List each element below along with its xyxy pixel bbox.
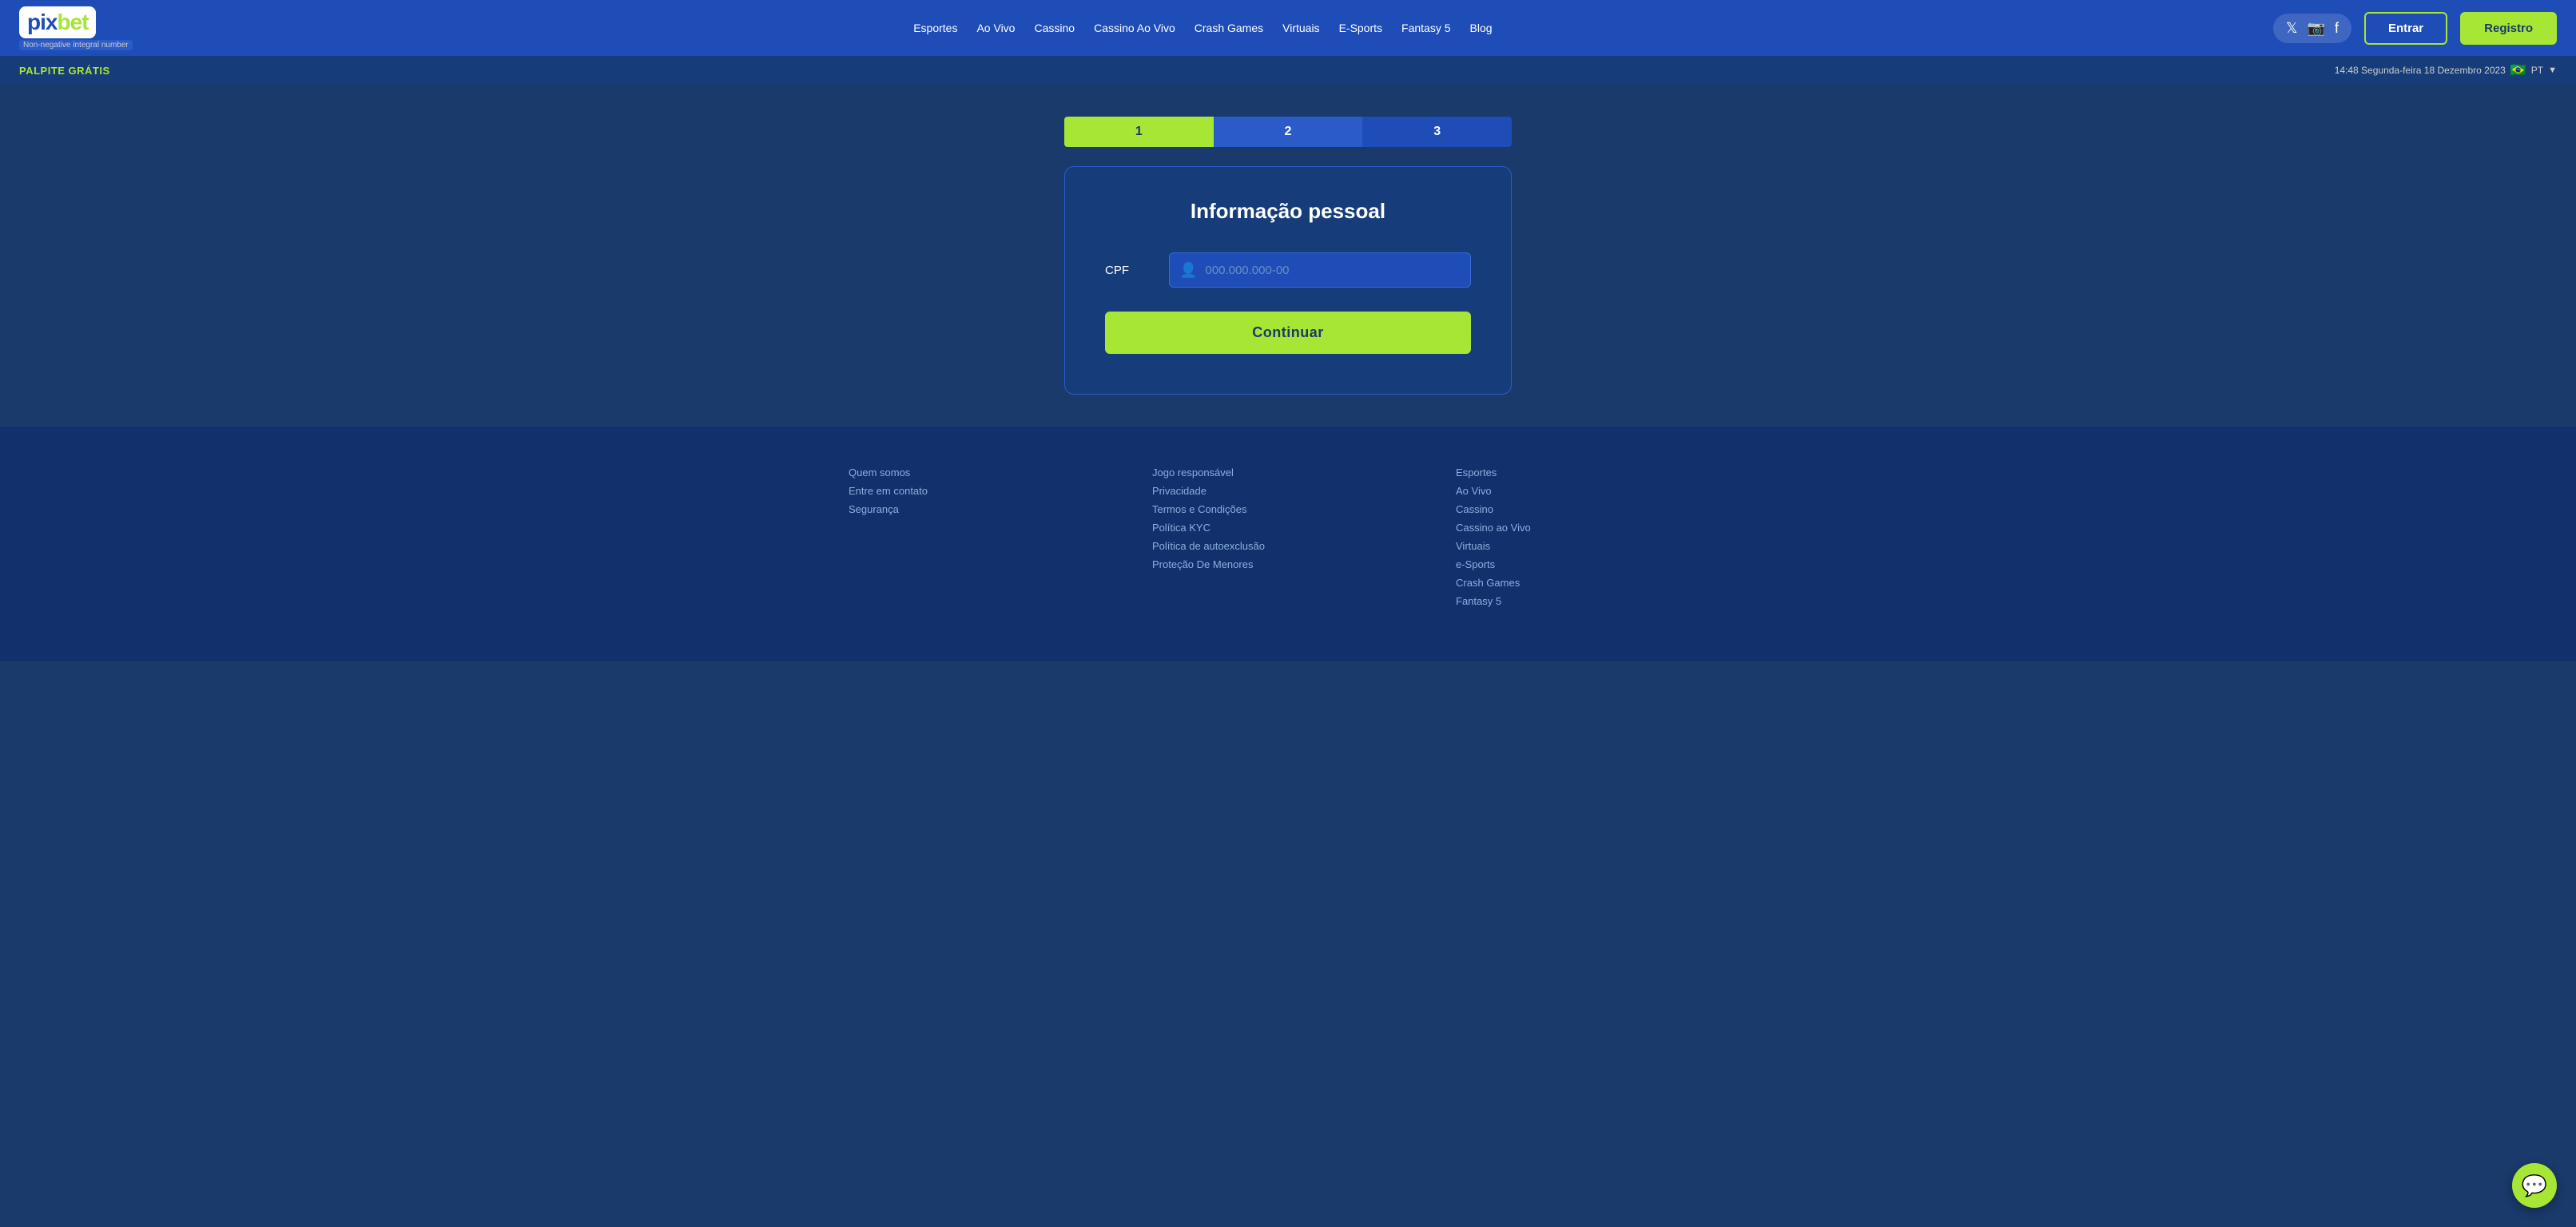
logo-text: pixbet — [27, 10, 88, 35]
registro-button[interactable]: Registro — [2460, 12, 2557, 45]
footer-col-1: Quem somos Entre em contato Segurança — [849, 467, 1120, 614]
datetime-text: 14:48 Segunda-feira 18 Dezembro 2023 — [2335, 65, 2506, 76]
lang-chevron-icon[interactable]: ▼ — [2548, 66, 2557, 75]
footer-grid: Quem somos Entre em contato Segurança Jo… — [849, 467, 1727, 614]
header-right: 𝕏 📷 f Entrar Registro — [2273, 12, 2557, 45]
step-1: 1 — [1064, 117, 1214, 147]
logo-tagline: Non-negative integral number — [19, 40, 133, 50]
nav-cassino[interactable]: Cassino — [1034, 22, 1075, 34]
footer-ao-vivo[interactable]: Ao Vivo — [1456, 485, 1727, 497]
flag-icon: 🇧🇷 — [2510, 62, 2526, 78]
logo[interactable]: pixbet — [19, 6, 96, 38]
footer-cassino-ao-vivo[interactable]: Cassino ao Vivo — [1456, 522, 1727, 534]
social-icons: 𝕏 📷 f — [2273, 14, 2351, 43]
step-3: 3 — [1362, 117, 1512, 147]
cpf-row: CPF 👤 — [1105, 252, 1471, 288]
nav-esportes[interactable]: Esportes — [913, 22, 957, 34]
chat-bubble[interactable]: 💬 — [2512, 1163, 2557, 1208]
footer-fantasy5[interactable]: Fantasy 5 — [1456, 595, 1727, 607]
footer-col-2: Jogo responsável Privacidade Termos e Co… — [1152, 467, 1424, 614]
user-icon: 👤 — [1179, 262, 1197, 279]
facebook-icon[interactable]: f — [2335, 20, 2339, 37]
footer-politica-kyc[interactable]: Política KYC — [1152, 522, 1424, 534]
sub-header: PALPITE GRÁTIS 14:48 Segunda-feira 18 De… — [0, 56, 2576, 85]
footer-autoexclusao[interactable]: Política de autoexclusão — [1152, 540, 1424, 552]
sub-header-right: 14:48 Segunda-feira 18 Dezembro 2023 🇧🇷 … — [2335, 62, 2557, 78]
header: pixbet Non-negative integral number Espo… — [0, 0, 2576, 56]
footer-quem-somos[interactable]: Quem somos — [849, 467, 1120, 478]
step-2: 2 — [1214, 117, 1363, 147]
footer-esportes[interactable]: Esportes — [1456, 467, 1727, 478]
instagram-icon[interactable]: 📷 — [2308, 20, 2325, 37]
cpf-label: CPF — [1105, 264, 1153, 277]
footer-protecao-menores[interactable]: Proteção De Menores — [1152, 558, 1424, 570]
footer-termos[interactable]: Termos e Condições — [1152, 503, 1424, 515]
nav: Esportes Ao Vivo Cassino Cassino Ao Vivo… — [913, 22, 1492, 34]
continuar-button[interactable]: Continuar — [1105, 312, 1471, 354]
footer: Quem somos Entre em contato Segurança Jo… — [0, 427, 2576, 661]
cpf-input-wrapper: 👤 — [1169, 252, 1471, 288]
footer-virtuais[interactable]: Virtuais — [1456, 540, 1727, 552]
registration-form-card: Informação pessoal CPF 👤 Continuar — [1064, 166, 1512, 395]
nav-cassino-ao-vivo[interactable]: Cassino Ao Vivo — [1094, 22, 1175, 34]
registration-steps: 1 2 3 — [1064, 117, 1512, 147]
chat-icon: 💬 — [2522, 1173, 2547, 1198]
cpf-input[interactable] — [1205, 264, 1461, 277]
footer-seguranca[interactable]: Segurança — [849, 503, 1120, 515]
entrar-button[interactable]: Entrar — [2364, 12, 2447, 45]
nav-e-sports[interactable]: E-Sports — [1339, 22, 1382, 34]
footer-entre-em-contato[interactable]: Entre em contato — [849, 485, 1120, 497]
footer-e-sports[interactable]: e-Sports — [1456, 558, 1727, 570]
footer-crash-games[interactable]: Crash Games — [1456, 577, 1727, 589]
palpite-gratis-link[interactable]: PALPITE GRÁTIS — [19, 65, 110, 77]
form-title: Informação pessoal — [1105, 199, 1471, 224]
footer-privacidade[interactable]: Privacidade — [1152, 485, 1424, 497]
nav-virtuais[interactable]: Virtuais — [1282, 22, 1319, 34]
nav-blog[interactable]: Blog — [1470, 22, 1493, 34]
logo-area: pixbet Non-negative integral number — [19, 6, 133, 50]
main-content: 1 2 3 Informação pessoal CPF 👤 Continuar — [0, 85, 2576, 427]
twitter-icon[interactable]: 𝕏 — [2286, 20, 2298, 37]
footer-col-3: Esportes Ao Vivo Cassino Cassino ao Vivo… — [1456, 467, 1727, 614]
nav-crash-games[interactable]: Crash Games — [1195, 22, 1263, 34]
nav-fantasy5[interactable]: Fantasy 5 — [1401, 22, 1450, 34]
nav-ao-vivo[interactable]: Ao Vivo — [976, 22, 1015, 34]
footer-jogo-responsavel[interactable]: Jogo responsável — [1152, 467, 1424, 478]
lang-selector[interactable]: PT — [2531, 65, 2543, 76]
footer-cassino[interactable]: Cassino — [1456, 503, 1727, 515]
